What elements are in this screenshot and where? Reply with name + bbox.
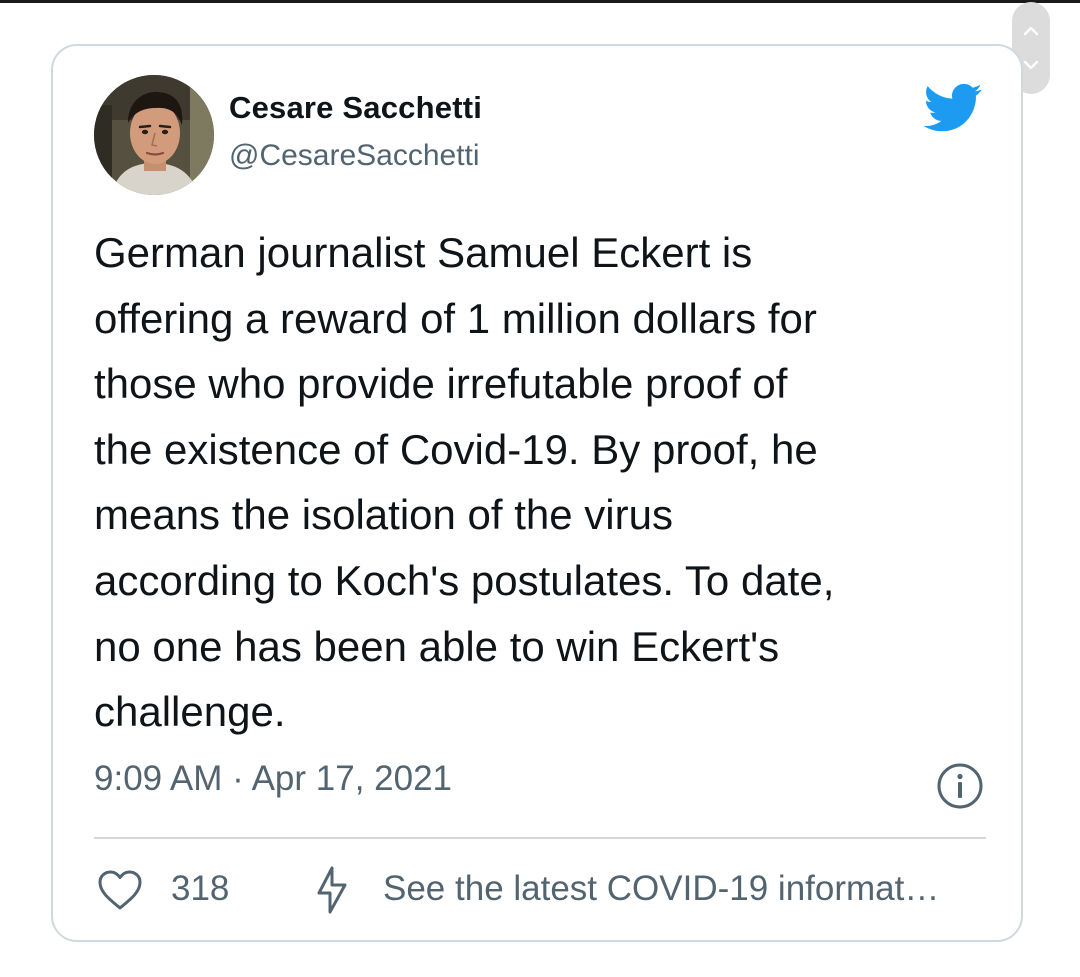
tweet-text: German journalist Samuel Eckert is offer…: [94, 220, 994, 745]
top-border-line: [0, 0, 1080, 3]
chevron-up-icon[interactable]: [1012, 16, 1050, 46]
covid-info-link[interactable]: See the latest COVID-19 informat…: [383, 869, 939, 909]
display-name[interactable]: Cesare Sacchetti: [229, 90, 482, 126]
twitter-bird-icon[interactable]: [921, 82, 983, 132]
lightning-bolt-icon[interactable]: [315, 865, 349, 915]
tweet-card[interactable]: Cesare Sacchetti @CesareSacchetti German…: [51, 44, 1023, 942]
divider: [94, 837, 986, 839]
user-handle[interactable]: @CesareSacchetti: [229, 139, 480, 173]
avatar[interactable]: [94, 75, 214, 195]
tweet-text-line: according to Koch's postulates. To date,: [94, 556, 835, 604]
tweet-text-line: no one has been able to win Eckert's: [94, 622, 780, 670]
heart-icon[interactable]: [97, 869, 143, 911]
info-icon[interactable]: [936, 762, 984, 810]
tweet-timestamp[interactable]: 9:09 AM · Apr 17, 2021: [94, 759, 452, 799]
tweet-text-line: those who provide irrefutable proof of: [94, 360, 788, 408]
tweet-text-line: offering a reward of 1 million dollars f…: [94, 294, 817, 342]
tweet-text-line: the existence of Covid-19. By proof, he: [94, 425, 818, 473]
like-count[interactable]: 318: [171, 869, 229, 909]
tweet-text-line: German journalist Samuel Eckert is: [94, 229, 753, 276]
tweet-text-line: challenge.: [94, 688, 286, 736]
tweet-text-line: means the isolation of the virus: [94, 491, 673, 539]
